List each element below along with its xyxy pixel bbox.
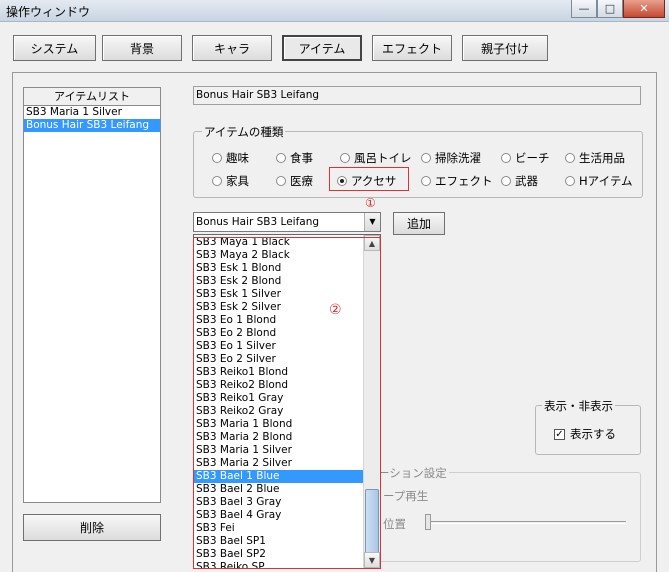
item-combo-value: Bonus Hair SB3 Leifang (196, 216, 320, 228)
annotation-marker-1: ① (365, 196, 376, 210)
tab-item[interactable]: アイテム (282, 35, 362, 61)
radio-dot (501, 176, 511, 186)
radio-food[interactable]: 食事 (276, 150, 336, 166)
window-title: 操作ウィンドウ (6, 5, 91, 19)
dropdown-arrow-icon[interactable]: ▼ (364, 213, 380, 231)
radio-weapon[interactable]: 武器 (501, 173, 561, 189)
item-type-legend: アイテムの種類 (202, 124, 286, 140)
radio-hobby[interactable]: 趣味 (212, 150, 282, 166)
tab-system[interactable]: システム (13, 35, 96, 61)
radio-dot (276, 153, 286, 163)
list-item[interactable]: SB3 Maria 1 Silver (24, 106, 160, 119)
radio-furniture[interactable]: 家具 (212, 173, 272, 189)
item-name-field: Bonus Hair SB3 Leifang (193, 86, 641, 105)
radio-dot (421, 153, 431, 163)
minimize-button[interactable]: — (571, 0, 597, 18)
position-slider-thumb[interactable] (425, 514, 431, 530)
radio-medical[interactable]: 医療 (276, 173, 336, 189)
radio-dot (565, 153, 575, 163)
radio-dot (212, 153, 222, 163)
item-combo[interactable]: Bonus Hair SB3 Leifang ▼ (193, 212, 381, 232)
radio-dot (501, 153, 511, 163)
tab-effect[interactable]: エフェクト (372, 35, 452, 61)
show-checkbox[interactable]: ✓ 表示する (554, 426, 616, 442)
add-button[interactable]: 追加 (393, 212, 445, 235)
radio-effect[interactable]: エフェクト (421, 173, 499, 189)
position-label: 位置 (383, 517, 406, 531)
tab-background[interactable]: 背景 (102, 35, 182, 61)
radio-beach[interactable]: ビーチ (501, 150, 561, 166)
radio-bath-toilet[interactable]: 風呂トイレ (340, 150, 412, 166)
show-checkbox-label: 表示する (570, 427, 616, 441)
item-list[interactable]: SB3 Maria 1 Silver Bonus Hair SB3 Leifan… (23, 105, 161, 503)
delete-button[interactable]: 削除 (23, 514, 161, 541)
annotation-marker-2: ② (329, 302, 342, 318)
radio-daily-goods[interactable]: 生活用品 (565, 150, 640, 166)
highlight-box-accessory (329, 167, 409, 191)
loop-label: ープ再生 (383, 489, 429, 503)
maximize-button[interactable]: □ (597, 0, 623, 18)
animation-legend: ーション設定 (376, 465, 449, 481)
tab-parenting[interactable]: 親子付け (462, 35, 548, 61)
radio-dot (212, 176, 222, 186)
radio-dot (340, 153, 350, 163)
visibility-legend: 表示・非表示 (542, 398, 615, 414)
highlight-box-list (193, 237, 381, 569)
tab-bar: システム 背景 キャラ アイテム エフェクト 親子付け (0, 22, 669, 70)
animation-group: ーション設定 (365, 465, 641, 562)
radio-dot (565, 176, 575, 186)
window-controls: — □ ✕ (571, 0, 665, 18)
position-slider-track (430, 521, 626, 524)
radio-dot (421, 176, 431, 186)
radio-dot (276, 176, 286, 186)
close-button[interactable]: ✕ (623, 0, 665, 18)
visibility-group: 表示・非表示 ✓ 表示する (535, 398, 641, 455)
radio-h-item[interactable]: Hアイテム (565, 173, 637, 189)
item-list-caption: アイテムリスト (23, 87, 161, 105)
title-bar: 操作ウィンドウ — □ ✕ (0, 0, 669, 22)
list-item-selected[interactable]: Bonus Hair SB3 Leifang (24, 119, 160, 132)
tab-chara[interactable]: キャラ (192, 35, 272, 61)
checkbox-check-icon: ✓ (554, 428, 565, 440)
radio-cleaning[interactable]: 掃除洗濯 (421, 150, 499, 166)
